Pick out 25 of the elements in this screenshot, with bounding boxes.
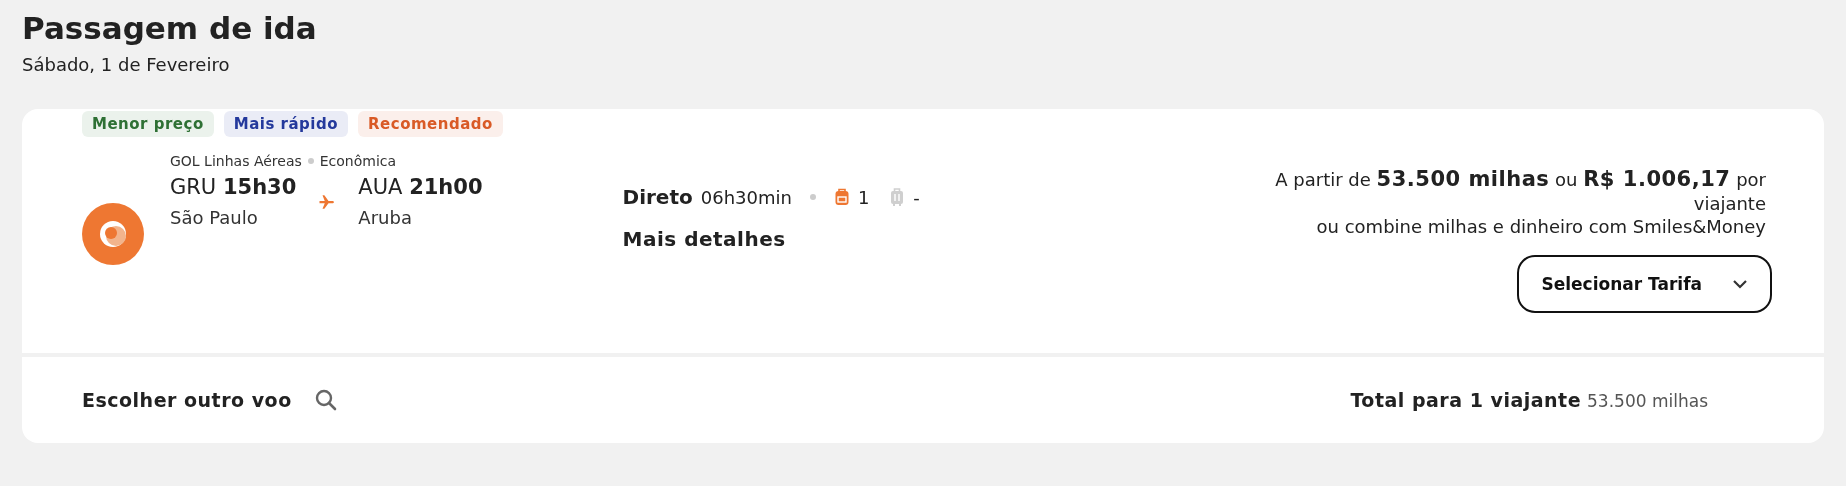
arrival-city: Aruba — [358, 207, 413, 228]
flight-duration: 06h30min — [700, 186, 792, 208]
choose-other-flight-link[interactable]: Escolher outro voo — [82, 389, 292, 411]
baggage-count: 1 — [857, 186, 870, 208]
airline-logo-icon — [82, 203, 144, 265]
baggage-count: - — [913, 186, 920, 208]
total-miles: 53.500 milhas — [1587, 391, 1708, 411]
airline-name: GOL Linhas Aéreas — [170, 153, 302, 169]
cabin-class: Econômica — [319, 153, 397, 169]
stops-label: Direto — [622, 185, 693, 209]
select-fare-button[interactable]: Selecionar Tarifa — [1517, 255, 1772, 313]
total-label: Total para 1 viajante — [1350, 389, 1582, 411]
flight-date: Sábado, 1 de Fevereiro — [22, 54, 230, 75]
smiles-money-text: ou combine milhas e dinheiro com Smiles&Money — [1316, 216, 1766, 237]
departure-city: São Paulo — [170, 207, 259, 228]
flight-tag: Recomendado — [358, 111, 503, 137]
page-title: Passagem de ida — [22, 9, 317, 48]
flight-tag: Mais rápido — [223, 111, 348, 137]
search-icon[interactable] — [313, 388, 338, 412]
flight-tag: Menor preço — [82, 111, 214, 137]
details-link[interactable]: Mais detalhes — [622, 227, 932, 251]
chevron-down-icon — [1732, 279, 1748, 289]
departure-time: GRU 15h30 — [170, 175, 297, 199]
airplane-icon — [318, 192, 337, 211]
arrival-time: AUA 21h00 — [358, 175, 483, 199]
